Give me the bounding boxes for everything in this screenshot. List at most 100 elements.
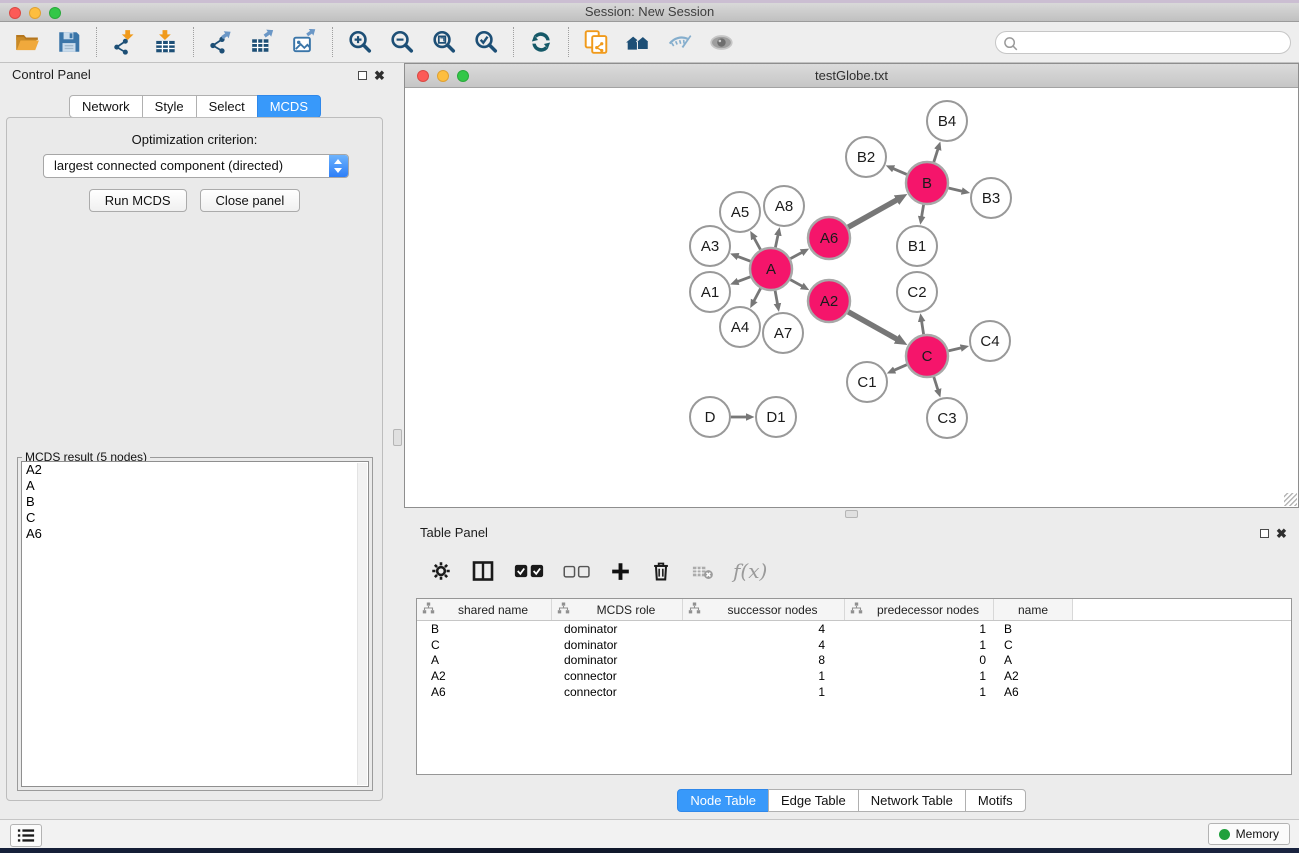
graph-edge-A-A8[interactable] [775,235,778,248]
mcds-result-item[interactable]: B [22,494,368,510]
table-cell[interactable]: 4 [683,622,845,636]
table-cell[interactable]: A2 [417,669,552,683]
criterion-dropdown[interactable]: largest connected component (directed) [43,154,349,178]
table-cell[interactable]: 1 [845,685,994,699]
tab-style[interactable]: Style [142,95,197,118]
table-cell[interactable]: A6 [994,685,1073,699]
open-session-button[interactable] [10,27,43,57]
memory-button[interactable]: Memory [1208,823,1290,845]
graph-edge-A-A4[interactable] [754,288,761,301]
column-header-name[interactable]: name [994,599,1073,620]
graph-edge-C-C1[interactable] [894,365,907,371]
mcds-result-item[interactable]: A [22,478,368,494]
search-input[interactable] [1022,33,1284,54]
graph-edge-C-C3[interactable] [934,377,938,390]
result-list-scrollbar[interactable] [357,463,367,785]
export-image-button[interactable] [288,27,321,57]
graph-edge-B-B1[interactable] [922,205,924,217]
save-session-button[interactable] [52,27,85,57]
duplicate-network-button[interactable] [579,27,612,57]
table-cell[interactable]: C [417,638,552,652]
mcds-result-list[interactable]: A2ABCA6 [21,461,369,787]
unselect-all-columns-button[interactable] [563,563,591,580]
control-panel-float-icon[interactable] [358,71,367,80]
column-header-predecessor-nodes[interactable]: predecessor nodes [845,599,994,620]
table-cell[interactable]: dominator [552,653,683,667]
column-header-MCDS-role[interactable]: MCDS role [552,599,683,620]
table-cell[interactable]: connector [552,685,683,699]
graph-edge-A-A3[interactable] [738,256,751,261]
table-cell[interactable]: A [417,653,552,667]
select-all-columns-button[interactable] [514,562,544,580]
search-box[interactable] [995,31,1291,54]
control-panel-close-icon[interactable]: ✖ [374,70,385,82]
table-cell[interactable]: 0 [845,653,994,667]
table-cell[interactable]: A6 [417,685,552,699]
table-cell[interactable]: 1 [845,669,994,683]
table-cell[interactable]: dominator [552,622,683,636]
tab-edge-table[interactable]: Edge Table [768,789,859,812]
export-table-button[interactable] [246,27,279,57]
table-cell[interactable]: 4 [683,638,845,652]
table-cell[interactable]: 8 [683,653,845,667]
run-mcds-button[interactable]: Run MCDS [89,189,187,212]
tab-mcds[interactable]: MCDS [257,95,321,118]
network-resize-grip[interactable] [1284,493,1297,506]
panel-divider-grip-horizontal[interactable] [845,510,858,518]
tab-network[interactable]: Network [69,95,143,118]
mcds-result-item[interactable]: C [22,510,368,526]
zoom-out-button[interactable] [385,27,418,57]
graph-edge-B-B4[interactable] [934,149,938,162]
table-cell[interactable]: connector [552,669,683,683]
delete-column-button[interactable] [650,560,672,582]
task-history-button[interactable] [10,824,42,847]
tab-network-table[interactable]: Network Table [858,789,966,812]
panel-divider-grip-vertical[interactable] [393,429,402,446]
table-cell[interactable]: A [994,653,1073,667]
show-hide-graphics-button[interactable] [663,27,696,57]
table-panel-close-icon[interactable]: ✖ [1276,528,1287,540]
mcds-result-item[interactable]: A6 [22,526,368,542]
graph-edge-A2-C[interactable] [848,312,897,339]
graph-edge-A-A6[interactable] [790,252,802,258]
preview-button[interactable] [705,27,738,57]
zoom-selected-button[interactable] [469,27,502,57]
table-cell[interactable]: C [994,638,1073,652]
table-cell[interactable]: 1 [845,638,994,652]
column-settings-button[interactable] [430,560,452,582]
split-panel-button[interactable] [471,559,495,583]
graph-edge-A-A1[interactable] [738,277,751,282]
mcds-result-item[interactable]: A2 [22,462,368,478]
graph-edge-A6-B[interactable] [848,200,897,227]
table-cell[interactable]: 1 [845,622,994,636]
app-titlebar[interactable]: Session: New Session [0,3,1299,22]
tab-select[interactable]: Select [196,95,258,118]
tab-motifs[interactable]: Motifs [965,789,1026,812]
import-network-button[interactable] [107,27,140,57]
graph-edge-A-A2[interactable] [790,280,802,287]
graph-edge-B-B3[interactable] [948,188,962,191]
network-canvas[interactable]: AA1A2A3A4A5A6A7A8BB1B2B3B4CC1C2C3C4DD1 [405,88,1298,507]
table-cell[interactable]: 1 [683,669,845,683]
zoom-fit-button[interactable] [427,27,460,57]
table-cell[interactable]: 1 [683,685,845,699]
import-table-button[interactable] [149,27,182,57]
network-window-titlebar[interactable]: testGlobe.txt [405,64,1298,88]
zoom-in-button[interactable] [343,27,376,57]
graph-edge-C-C4[interactable] [948,348,961,351]
table-panel-float-icon[interactable] [1260,529,1269,538]
graph-edge-B-B2[interactable] [893,169,907,175]
close-panel-button[interactable]: Close panel [200,189,301,212]
column-header-shared-name[interactable]: shared name [417,599,552,620]
table-cell[interactable]: B [994,622,1073,636]
table-cell[interactable]: A2 [994,669,1073,683]
graph-edge-A-A7[interactable] [775,291,777,304]
create-column-button[interactable] [610,561,631,582]
home-button[interactable] [621,27,654,57]
graph-edge-C-C2[interactable] [922,321,924,334]
table-cell[interactable]: B [417,622,552,636]
tab-node-table[interactable]: Node Table [677,789,769,812]
column-header-successor-nodes[interactable]: successor nodes [683,599,845,620]
refresh-button[interactable] [524,27,557,57]
graph-edge-A-A5[interactable] [754,238,760,250]
